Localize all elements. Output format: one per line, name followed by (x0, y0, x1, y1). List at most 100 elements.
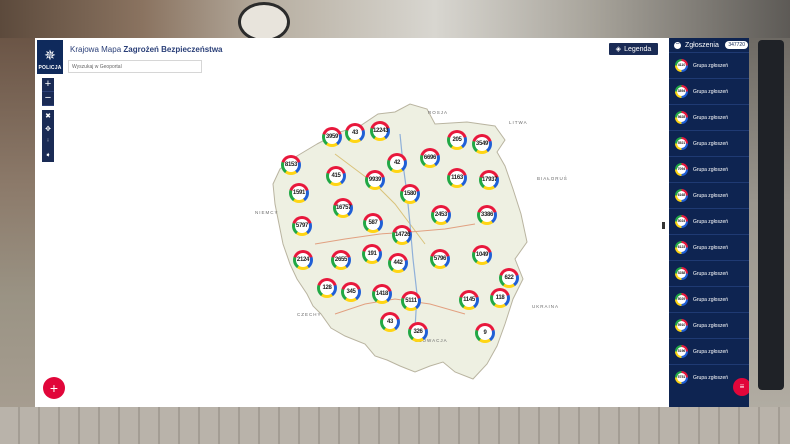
cluster-count: 205 (450, 133, 464, 147)
group-label: Grupa zgłoszeń (693, 140, 729, 147)
report-group-row[interactable]: 3894 Grupa zgłoszeń (669, 78, 749, 104)
group-cluster-icon: 6123 (675, 241, 688, 254)
report-group-row[interactable]: 7094 Grupa zgłoszeń (669, 156, 749, 182)
map-cluster[interactable]: 14726 (392, 225, 412, 245)
map-cluster[interactable]: 205 (447, 130, 467, 150)
group-cluster-icon: 5196 (675, 345, 688, 358)
group-count: 7094 (677, 165, 686, 174)
map-cluster[interactable]: 5111 (401, 291, 421, 311)
group-count: 5024 (677, 217, 686, 226)
map-cluster[interactable]: 3959 (322, 127, 342, 147)
map-cluster[interactable]: 43 (380, 312, 400, 332)
cluster-count: 12243 (373, 124, 388, 138)
legend-button[interactable]: ◈ Legenda (609, 43, 658, 55)
map-cluster[interactable]: 2453 (431, 205, 451, 225)
report-group-row[interactable]: 5029 Grupa zgłoszeń (669, 286, 749, 312)
map-cluster[interactable]: 16757 (333, 198, 353, 218)
map-cluster[interactable]: 12243 (370, 121, 390, 141)
map-cluster[interactable]: 1591 (289, 183, 309, 203)
map-cluster[interactable]: 442 (388, 253, 408, 273)
map-cluster[interactable]: 6696 (420, 148, 440, 168)
map-cluster[interactable]: 415 (326, 166, 346, 186)
report-group-row[interactable]: 6168 Grupa zgłoszeń (669, 182, 749, 208)
police-logo: ✵ POLICJA (37, 40, 63, 74)
group-label: Grupa zgłoszeń (693, 374, 729, 381)
locate-icon[interactable]: ✥ (42, 123, 54, 136)
app-title: Krajowa Mapa Zagrożeń Bezpieczeństwa (70, 45, 223, 54)
map-cluster[interactable]: 191 (362, 244, 382, 264)
map-cluster[interactable]: 5796 (430, 249, 450, 269)
map-cluster[interactable]: 128 (317, 278, 337, 298)
panel-header: − Zgłoszenia 347720 (669, 38, 749, 52)
info-icon[interactable]: ⁱ (42, 136, 54, 149)
background-street-left (0, 38, 36, 408)
map-cluster[interactable]: 9939 (365, 170, 385, 190)
group-count: 5029 (677, 295, 686, 304)
cluster-count: 5797 (295, 219, 309, 233)
collapse-icon[interactable]: − (674, 41, 681, 49)
report-group-row[interactable]: 5196 Grupa zgłoszeń (669, 338, 749, 364)
cluster-count: 6696 (423, 151, 437, 165)
fullscreen-icon[interactable]: ✖ (42, 110, 54, 123)
map-cluster[interactable]: 17937 (479, 170, 499, 190)
zoom-out-button[interactable]: − (42, 92, 54, 106)
map-resize-handle[interactable] (662, 222, 665, 229)
map-cluster[interactable]: 1049 (472, 245, 492, 265)
map-toolbar: ✖ ✥ ⁱ ➧ (42, 110, 54, 162)
background-clock (238, 2, 290, 42)
map-cluster[interactable]: 2124 (293, 250, 313, 270)
map-cluster[interactable]: 42 (387, 153, 407, 173)
map-cluster[interactable]: 3386 (477, 205, 497, 225)
police-star-icon: ✵ (44, 47, 56, 63)
group-count: 5288 (677, 269, 686, 278)
cluster-count: 191 (365, 247, 379, 261)
map-cluster[interactable]: 1163 (447, 168, 467, 188)
reports-count-badge: 347720 (725, 41, 748, 49)
group-label: Grupa zgłoszeń (693, 192, 729, 199)
map-cluster[interactable]: 1418 (372, 284, 392, 304)
reports-list: 4110 Grupa zgłoszeń 3894 Grupa zgłoszeń 5628… (669, 52, 749, 390)
add-report-button[interactable]: + (43, 377, 65, 399)
map-cluster[interactable]: 587 (363, 213, 383, 233)
report-group-row[interactable]: 5521 Grupa zgłoszeń (669, 130, 749, 156)
map-cluster[interactable]: 5797 (292, 216, 312, 236)
map-cluster[interactable]: 118 (490, 288, 510, 308)
group-cluster-icon: 6168 (675, 189, 688, 202)
country-label-bialorus: BIAŁORUŚ (537, 176, 568, 181)
cluster-count: 14726 (395, 228, 410, 242)
cluster-count: 1145 (462, 293, 476, 307)
cluster-count: 5796 (433, 252, 447, 266)
report-group-row[interactable]: 6123 Grupa zgłoszeń (669, 234, 749, 260)
map-cluster[interactable]: 8153 (281, 155, 301, 175)
reports-panel: − Zgłoszenia 347720 4110 Grupa zgłoszeń 38… (669, 38, 749, 407)
group-cluster-icon: 5751 (675, 371, 688, 384)
background-pavement (0, 407, 790, 444)
cluster-count: 2124 (296, 253, 310, 267)
zoom-in-button[interactable]: + (42, 78, 54, 92)
report-group-row[interactable]: 5628 Grupa zgłoszeń (669, 104, 749, 130)
map-cluster[interactable]: 345 (341, 282, 361, 302)
map-cluster[interactable]: 622 (499, 268, 519, 288)
map-cluster[interactable]: 43 (345, 123, 365, 143)
group-cluster-icon: 5910 (675, 319, 688, 332)
map-cluster[interactable]: 3549 (472, 134, 492, 154)
country-label-litwa: LITWA (509, 120, 528, 125)
report-group-row[interactable]: 5910 Grupa zgłoszeń (669, 312, 749, 338)
group-cluster-icon: 5024 (675, 215, 688, 228)
group-label: Grupa zgłoszeń (693, 296, 729, 303)
logo-text: POLICJA (38, 65, 62, 71)
geoportal-search-input[interactable]: Wyszukaj w Geoportal (68, 60, 202, 73)
tags-icon[interactable]: ➧ (42, 149, 54, 162)
report-group-row[interactable]: 5024 Grupa zgłoszeń (669, 208, 749, 234)
map-cluster[interactable]: 2655 (331, 250, 351, 270)
map-cluster[interactable]: 1145 (459, 290, 479, 310)
map-cluster[interactable]: 9 (475, 323, 495, 343)
country-label-rosja: ROSJA (428, 110, 449, 115)
cluster-count: 1163 (450, 171, 464, 185)
filter-button[interactable]: ≡ (733, 378, 749, 396)
report-group-row[interactable]: 4110 Grupa zgłoszeń (669, 52, 749, 78)
map-cluster[interactable]: 326 (408, 322, 428, 342)
cluster-count: 587 (366, 216, 380, 230)
map-cluster[interactable]: 1580 (400, 184, 420, 204)
report-group-row[interactable]: 5288 Grupa zgłoszeń (669, 260, 749, 286)
